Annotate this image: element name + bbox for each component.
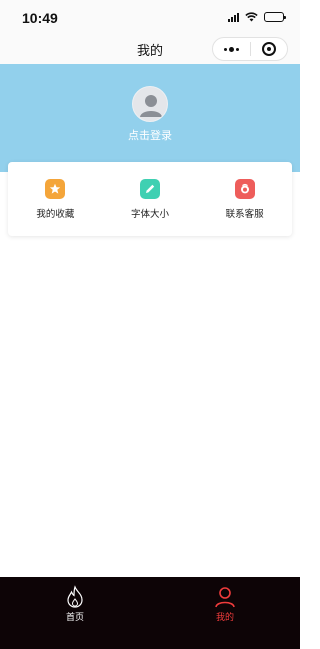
- font-size-button[interactable]: 字体大小: [103, 162, 198, 236]
- tab-bar: 首页 我的: [0, 577, 300, 649]
- signal-icon: [228, 12, 239, 22]
- close-target-icon: [261, 42, 276, 56]
- user-placeholder-icon: [140, 95, 162, 117]
- action-card: 我的收藏 字体大小 联系客服: [8, 162, 292, 236]
- tab-mine[interactable]: 我的: [195, 585, 255, 623]
- wifi-icon: [245, 12, 258, 22]
- star-icon: [45, 179, 66, 199]
- close-button[interactable]: [251, 38, 288, 60]
- status-bar: 10:49: [0, 0, 300, 36]
- service-icon: [234, 179, 255, 199]
- more-button[interactable]: [213, 38, 250, 60]
- status-time: 10:49: [22, 10, 58, 26]
- profile-header: 点击登录: [0, 64, 300, 172]
- tab-home[interactable]: 首页: [45, 585, 105, 623]
- contact-service-label: 联系客服: [225, 209, 264, 220]
- login-link[interactable]: 点击登录: [0, 127, 300, 143]
- favorites-label: 我的收藏: [36, 209, 75, 220]
- favorites-button[interactable]: 我的收藏: [8, 162, 103, 236]
- nav-bar: 我的: [0, 36, 300, 64]
- flame-icon: [67, 585, 83, 608]
- tab-home-label: 首页: [65, 613, 84, 623]
- tab-mine-label: 我的: [215, 613, 234, 623]
- battery-icon: [264, 12, 286, 22]
- font-size-label: 字体大小: [131, 209, 170, 220]
- status-icons: [228, 12, 286, 22]
- avatar[interactable]: [132, 86, 168, 122]
- pencil-icon: [140, 179, 160, 199]
- mini-program-capsule: [212, 37, 288, 61]
- more-icon: [223, 46, 239, 52]
- user-icon: [215, 587, 235, 608]
- contact-service-button[interactable]: 联系客服: [197, 162, 292, 236]
